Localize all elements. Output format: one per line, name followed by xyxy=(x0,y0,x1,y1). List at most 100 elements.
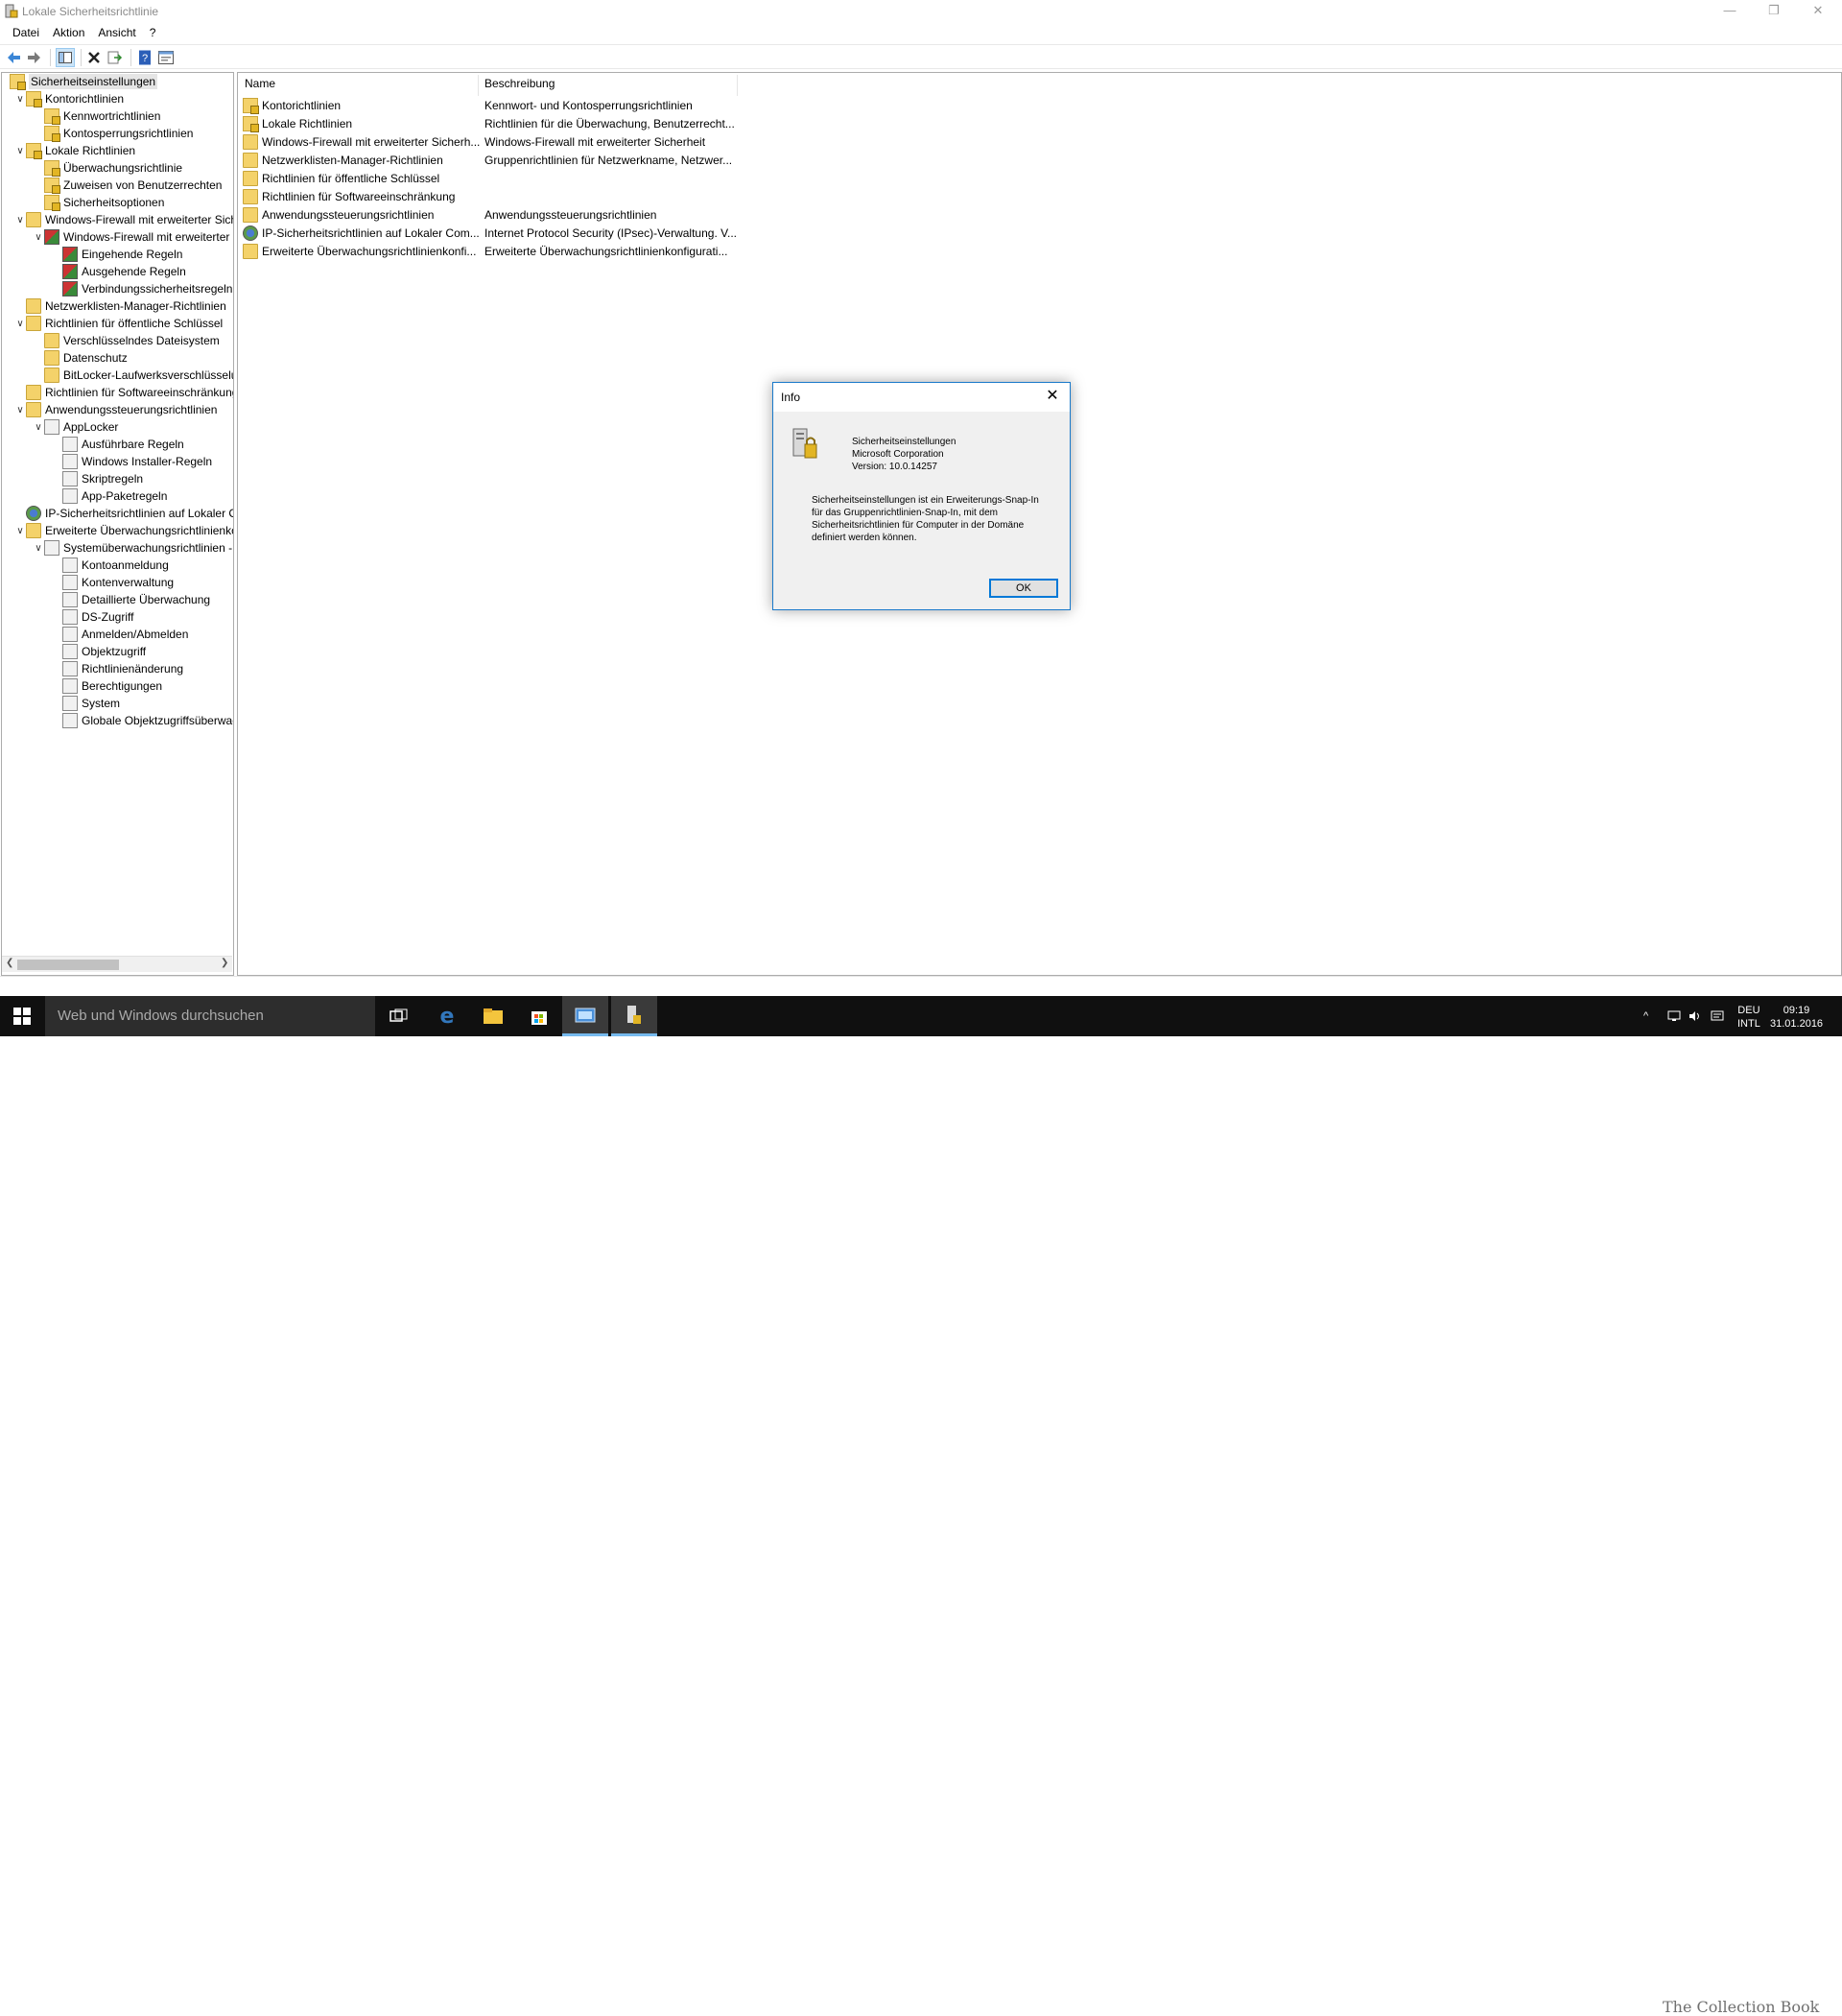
tree-item[interactable]: Verbindungssicherheitsregeln xyxy=(51,280,232,297)
tree-item[interactable]: Skriptregeln xyxy=(51,470,143,487)
edge-icon[interactable]: e xyxy=(424,996,470,1036)
restore-button[interactable]: ❐ xyxy=(1752,0,1796,23)
scrollbar-thumb[interactable] xyxy=(17,960,119,970)
remote-desktop-icon[interactable] xyxy=(562,996,608,1036)
tree-item[interactable]: Berechtigungen xyxy=(51,677,162,695)
tree-item[interactable]: ∨ Anwendungssteuerungsrichtlinien xyxy=(14,401,217,418)
tree-item[interactable]: ∨ Richtlinien für öffentliche Schlüssel xyxy=(14,315,223,332)
tree-item[interactable]: Netzwerklisten-Manager-Richtlinien xyxy=(14,297,226,315)
horizontal-scrollbar[interactable]: ❮ ❯ xyxy=(2,956,232,972)
close-button[interactable]: ✕ xyxy=(1796,0,1840,23)
column-header-beschreibung[interactable]: Beschreibung xyxy=(484,77,555,94)
ok-button[interactable]: OK xyxy=(989,579,1058,598)
tree-item[interactable]: Ausführbare Regeln xyxy=(51,436,184,453)
properties-icon[interactable] xyxy=(156,48,176,67)
dialog-product-name: Sicherheitseinstellungen xyxy=(852,437,956,447)
tree-item[interactable]: Verschlüsselndes Dateisystem xyxy=(33,332,220,349)
help-icon[interactable]: ? xyxy=(135,48,154,67)
scroll-left-icon[interactable]: ❮ xyxy=(6,958,13,968)
export-icon[interactable] xyxy=(106,48,125,67)
tree-item[interactable]: ∨ Systemüberwachungsrichtlinien - xyxy=(33,539,232,557)
volume-icon[interactable] xyxy=(1688,996,1702,1036)
tree-item[interactable]: ∨ AppLocker xyxy=(33,418,118,436)
store-icon[interactable] xyxy=(516,996,562,1036)
clock[interactable]: 09:19 31.01.2016 xyxy=(1770,1004,1823,1031)
show-hide-tree-icon[interactable] xyxy=(56,48,75,67)
keyboard-layout: INTL xyxy=(1737,1018,1760,1030)
file-explorer-icon[interactable] xyxy=(470,996,516,1036)
navigation-tree[interactable]: Sicherheitseinstellungen ∨ Kontorichtlinie… xyxy=(1,72,234,976)
list-item[interactable]: Erweiterte Überwachungsrichtlinienkonfi.… xyxy=(243,243,742,260)
tree-item[interactable]: Richtlinienänderung xyxy=(51,660,183,677)
collapse-chevron-icon[interactable]: ∨ xyxy=(14,405,26,415)
collapse-chevron-icon[interactable]: ∨ xyxy=(14,215,26,225)
show-hidden-icons-icon[interactable]: ^ xyxy=(1643,996,1648,1036)
tree-item[interactable]: ∨ Lokale Richtlinien xyxy=(14,142,135,159)
collapse-chevron-icon[interactable]: ∨ xyxy=(33,543,44,554)
tree-item[interactable]: App-Paketregeln xyxy=(51,487,167,505)
action-center-icon[interactable] xyxy=(1711,996,1724,1036)
tree-item[interactable]: Kontoanmeldung xyxy=(51,557,169,574)
list-item[interactable]: Richtlinien für Softwareeinschränkung xyxy=(243,188,742,205)
task-view-icon[interactable] xyxy=(376,996,422,1036)
tree-item[interactable]: Anmelden/Abmelden xyxy=(51,626,188,643)
tree-item[interactable]: Richtlinien für Softwareeinschränkung xyxy=(14,384,233,401)
tree-item[interactable]: DS-Zugriff xyxy=(51,608,133,626)
forward-icon[interactable] xyxy=(25,48,44,67)
tree-item[interactable]: ∨ Erweiterte Überwachungsrichtlinienko xyxy=(14,522,233,539)
tree-item[interactable]: ∨ Kontorichtlinien xyxy=(14,90,124,107)
tree-item[interactable]: System xyxy=(51,695,120,712)
security-policy-icon[interactable] xyxy=(611,996,657,1036)
tree-item[interactable]: Objektzugriff xyxy=(51,643,146,660)
menu-ansicht[interactable]: Ansicht xyxy=(91,23,142,42)
column-separator[interactable] xyxy=(737,75,738,96)
back-icon[interactable] xyxy=(4,48,23,67)
collapse-chevron-icon[interactable]: ∨ xyxy=(14,94,26,105)
menu-aktion[interactable]: Aktion xyxy=(46,23,91,42)
ipsec-icon xyxy=(243,225,258,241)
policy-icon xyxy=(62,661,78,676)
list-item[interactable]: Kontorichtlinien Kennwort- und Kontosperr… xyxy=(243,97,742,114)
collapse-chevron-icon[interactable]: ∨ xyxy=(14,146,26,156)
input-language-indicator[interactable]: DEU INTL xyxy=(1737,1004,1760,1031)
policy-icon xyxy=(44,540,59,556)
collapse-chevron-icon[interactable]: ∨ xyxy=(14,319,26,329)
minimize-button[interactable]: — xyxy=(1708,0,1752,23)
tree-item[interactable]: Windows Installer-Regeln xyxy=(51,453,212,470)
tree-item[interactable]: Kontenverwaltung xyxy=(51,574,174,591)
delete-icon[interactable] xyxy=(84,48,104,67)
list-item[interactable]: Lokale Richtlinien Richtlinien für die Üb… xyxy=(243,115,742,132)
menu-help[interactable]: ? xyxy=(143,23,163,42)
tree-item[interactable]: Kontosperrungsrichtlinien xyxy=(33,125,193,142)
menu-datei[interactable]: Datei xyxy=(6,23,46,42)
tree-item[interactable]: Zuweisen von Benutzerrechten xyxy=(33,177,222,194)
list-item[interactable]: Richtlinien für öffentliche Schlüssel xyxy=(243,170,742,187)
tree-item[interactable]: Eingehende Regeln xyxy=(51,246,182,263)
tree-item[interactable]: Sicherheitsoptionen xyxy=(33,194,164,211)
tree-item[interactable]: Globale Objektzugriffsüberwac xyxy=(51,712,233,729)
tree-item[interactable]: Datenschutz xyxy=(33,349,128,367)
column-separator[interactable] xyxy=(478,75,479,96)
taskbar-search-box[interactable]: Web und Windows durchsuchen xyxy=(45,996,375,1036)
scroll-right-icon[interactable]: ❯ xyxy=(221,958,228,968)
collapse-chevron-icon[interactable]: ∨ xyxy=(14,526,26,536)
list-item[interactable]: IP-Sicherheitsrichtlinien auf Lokaler Co… xyxy=(243,225,742,242)
start-button[interactable] xyxy=(0,996,44,1036)
list-item[interactable]: Windows-Firewall mit erweiterter Sicherh… xyxy=(243,133,742,151)
collapse-chevron-icon[interactable]: ∨ xyxy=(33,422,44,433)
network-icon[interactable] xyxy=(1667,996,1681,1036)
tree-item[interactable]: IP-Sicherheitsrichtlinien auf Lokaler C xyxy=(14,505,233,522)
tree-item[interactable]: BitLocker-Laufwerksverschlüsselu xyxy=(33,367,233,384)
tree-item[interactable]: Sicherheitseinstellungen xyxy=(2,73,158,90)
collapse-chevron-icon[interactable]: ∨ xyxy=(33,232,44,243)
list-item[interactable]: Netzwerklisten-Manager-Richtlinien Gruppe… xyxy=(243,152,742,169)
tree-item[interactable]: Detaillierte Überwachung xyxy=(51,591,210,608)
dialog-close-icon[interactable]: ✕ xyxy=(1041,386,1064,409)
tree-item[interactable]: Kennwortrichtlinien xyxy=(33,107,160,125)
list-item[interactable]: Anwendungssteuerungsrichtlinien Anwendung… xyxy=(243,206,742,224)
tree-item[interactable]: Überwachungsrichtlinie xyxy=(33,159,182,177)
tree-item[interactable]: ∨ Windows-Firewall mit erweiterter xyxy=(33,228,229,246)
tree-item[interactable]: ∨ Windows-Firewall mit erweiterter Sich xyxy=(14,211,233,228)
column-header-name[interactable]: Name xyxy=(245,77,275,94)
tree-item[interactable]: Ausgehende Regeln xyxy=(51,263,186,280)
